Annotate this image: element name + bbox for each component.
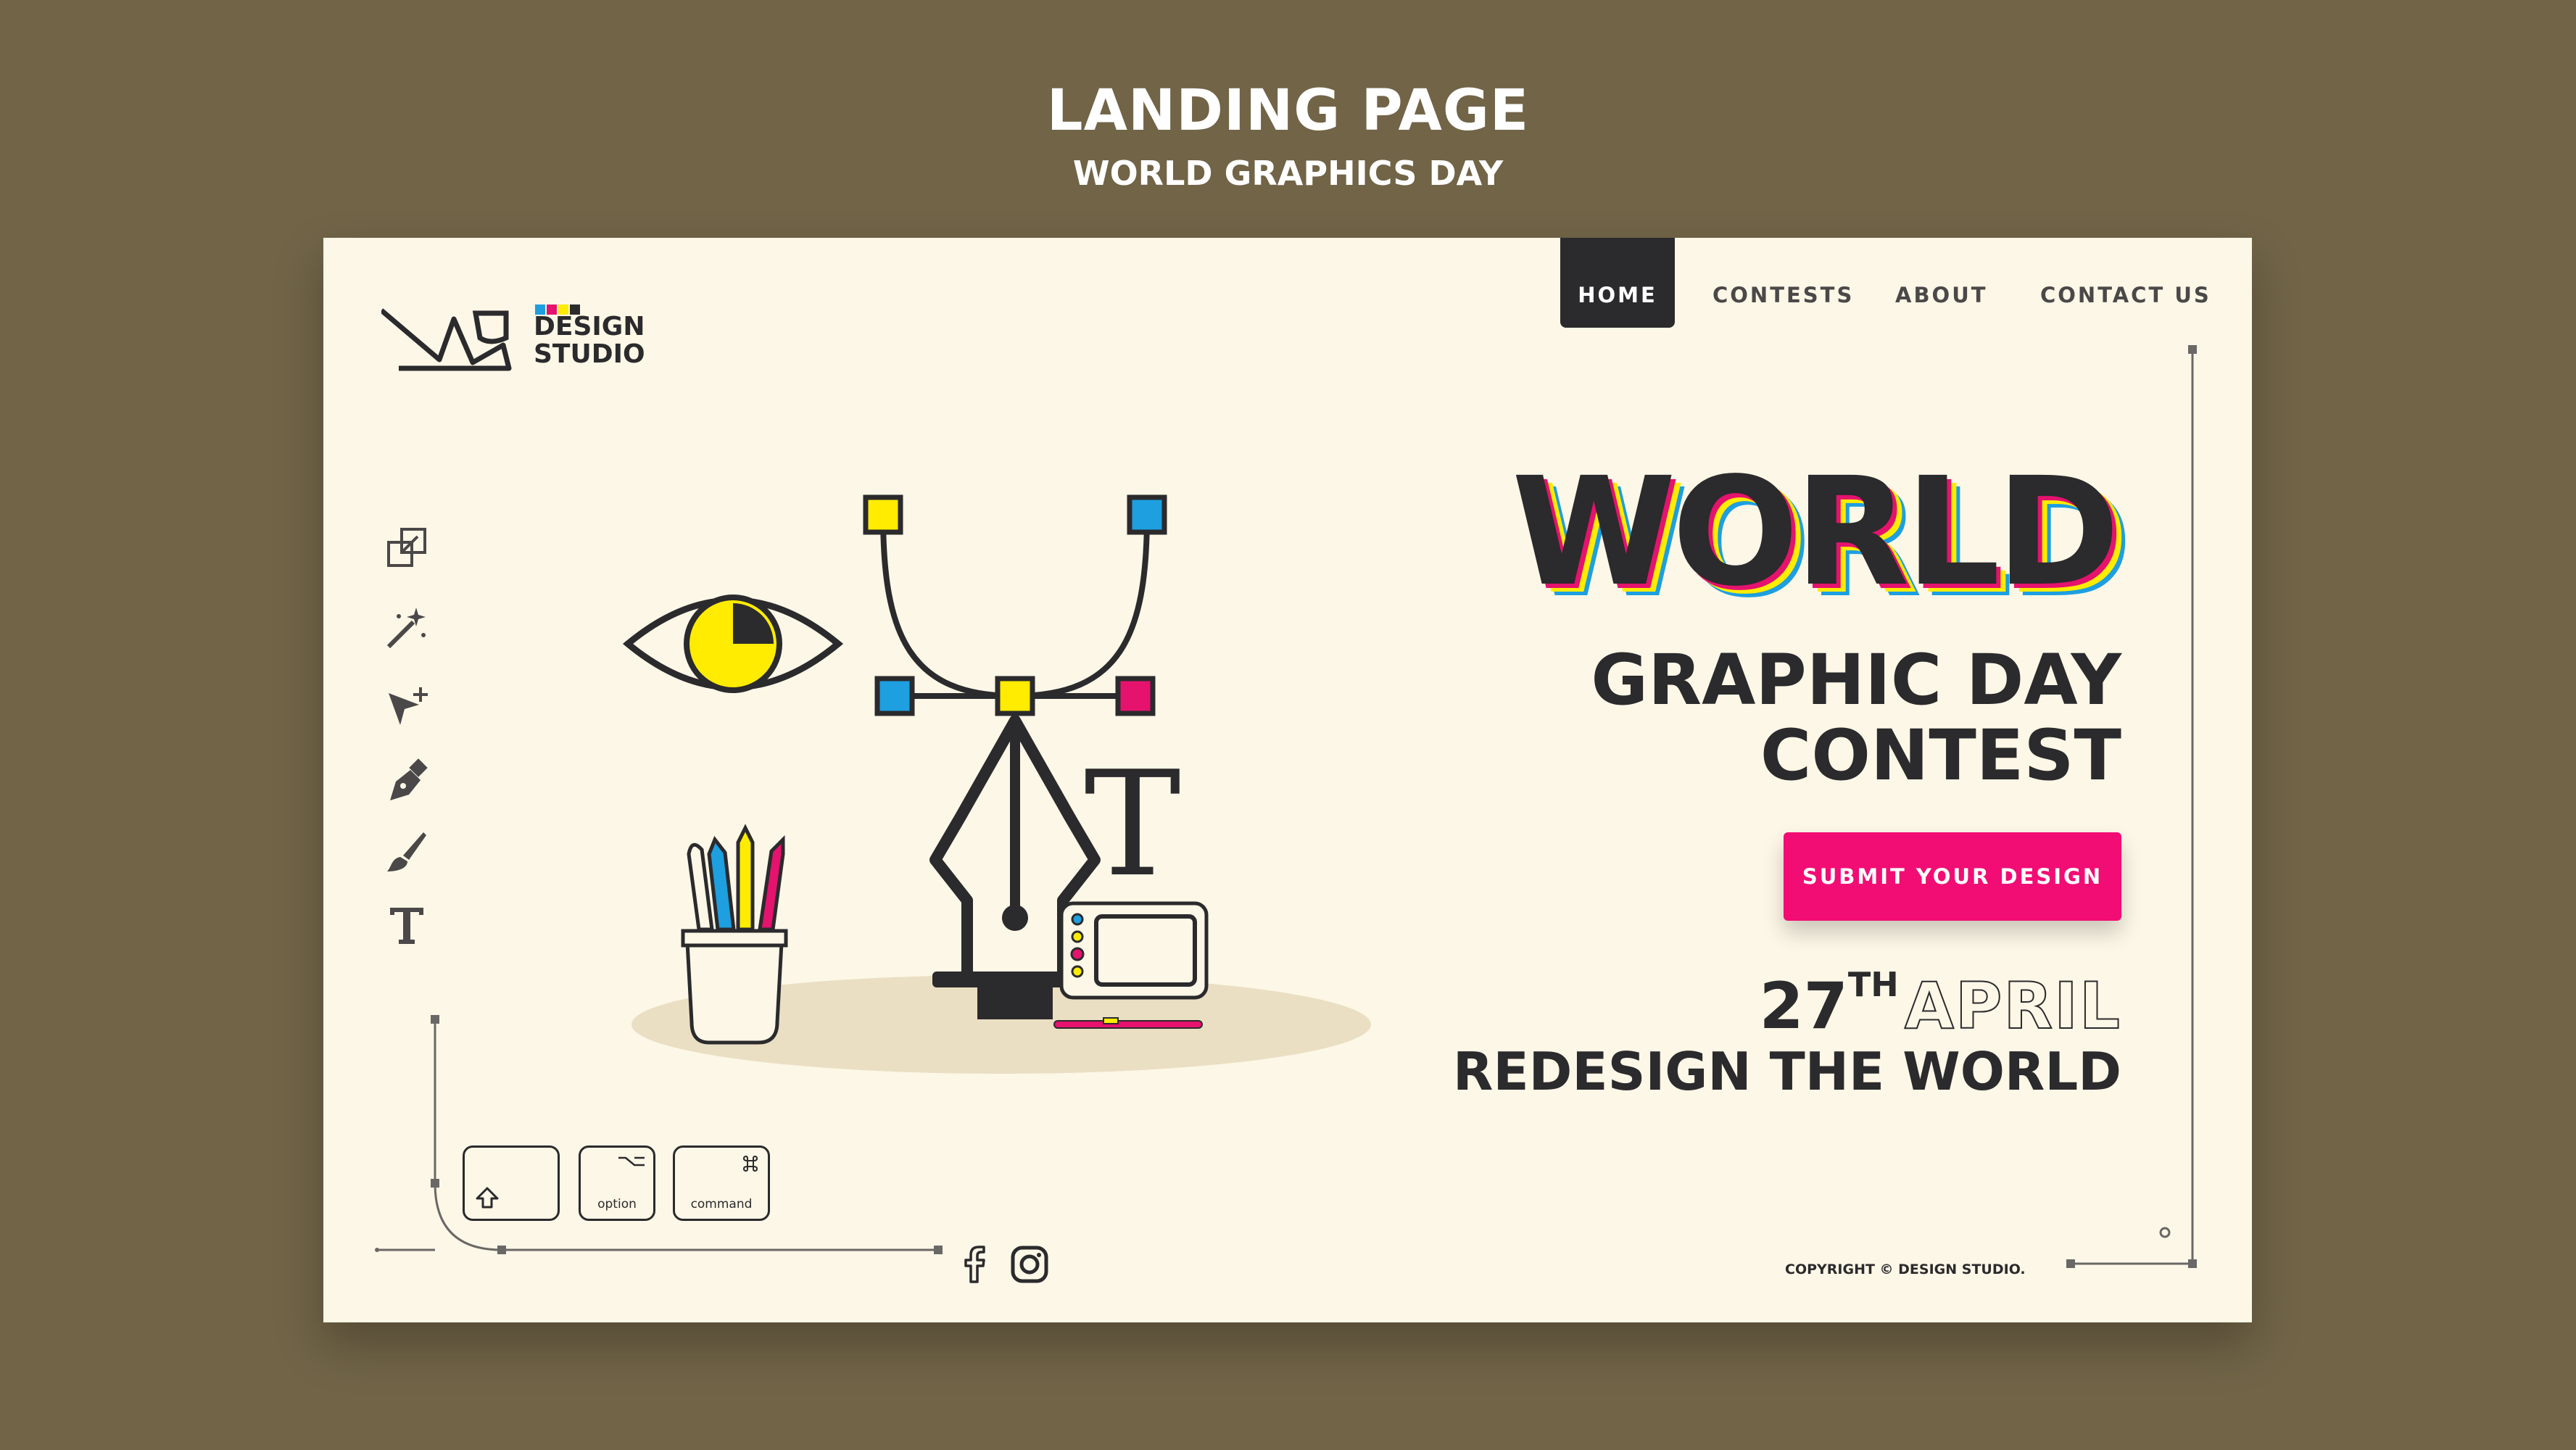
logo-text-line1: DESIGN (534, 312, 645, 341)
shift-key[interactable] (463, 1146, 560, 1221)
hero-line-graphic-day: GRAPHIC DAY (1591, 639, 2121, 721)
command-key-label: command (690, 1197, 753, 1211)
page-title: LANDING PAGE (1046, 78, 1530, 144)
hero-tagline: REDESIGN THE WORLD (1453, 1041, 2121, 1102)
facebook-icon[interactable] (954, 1244, 995, 1285)
option-key[interactable]: option (579, 1146, 655, 1221)
nav-home[interactable]: HOME (1560, 238, 1675, 328)
option-icon (618, 1156, 645, 1167)
option-key-label: option (597, 1197, 637, 1211)
type-glyph: T (1084, 740, 1180, 909)
instagram-icon[interactable] (1009, 1244, 1050, 1285)
landing-page-mockup: DESIGN STUDIO HOME CONTESTS ABOUT CONTAC… (323, 238, 2252, 1322)
world-text: WORLD (1511, 445, 2120, 619)
submit-design-button[interactable]: SUBMIT YOUR DESIGN (1784, 832, 2121, 921)
copyright-text: COPYRIGHT © DESIGN STUDIO. (1785, 1262, 2026, 1277)
command-key[interactable]: command (673, 1146, 770, 1221)
nav-about[interactable]: ABOUT (1895, 283, 1988, 307)
nav-home-label: HOME (1578, 283, 1657, 307)
nav-contact-us[interactable]: CONTACT US (2040, 283, 2211, 307)
bezier-curve (863, 494, 1167, 716)
date-day: 27 (1759, 969, 1848, 1043)
nav-contests[interactable]: CONTESTS (1712, 283, 1854, 307)
hero-world-heading: WORLD WORLD WORLD WORLD (1324, 445, 2133, 624)
vector-illustration: T (622, 494, 1371, 1074)
shift-icon (476, 1187, 499, 1209)
date-month: APRIL (1904, 968, 2121, 1044)
hero-line-contest: CONTEST (1760, 715, 2121, 796)
logo-text-line2: STUDIO (534, 339, 645, 369)
date-suffix: TH (1847, 965, 1899, 1004)
text-tool-icon[interactable] (381, 899, 432, 950)
contest-date: 27THAPRIL (1759, 965, 2121, 1044)
pen-tool-icon[interactable] (381, 757, 432, 808)
command-icon (742, 1155, 758, 1172)
eye-icon (622, 594, 844, 693)
brush-icon[interactable] (381, 826, 432, 877)
resize-icon[interactable] (381, 523, 432, 574)
page-subtitle: WORLD GRAPHICS DAY (1072, 154, 1504, 193)
select-arrow-icon[interactable] (381, 683, 432, 734)
magic-wand-icon[interactable] (381, 603, 432, 654)
